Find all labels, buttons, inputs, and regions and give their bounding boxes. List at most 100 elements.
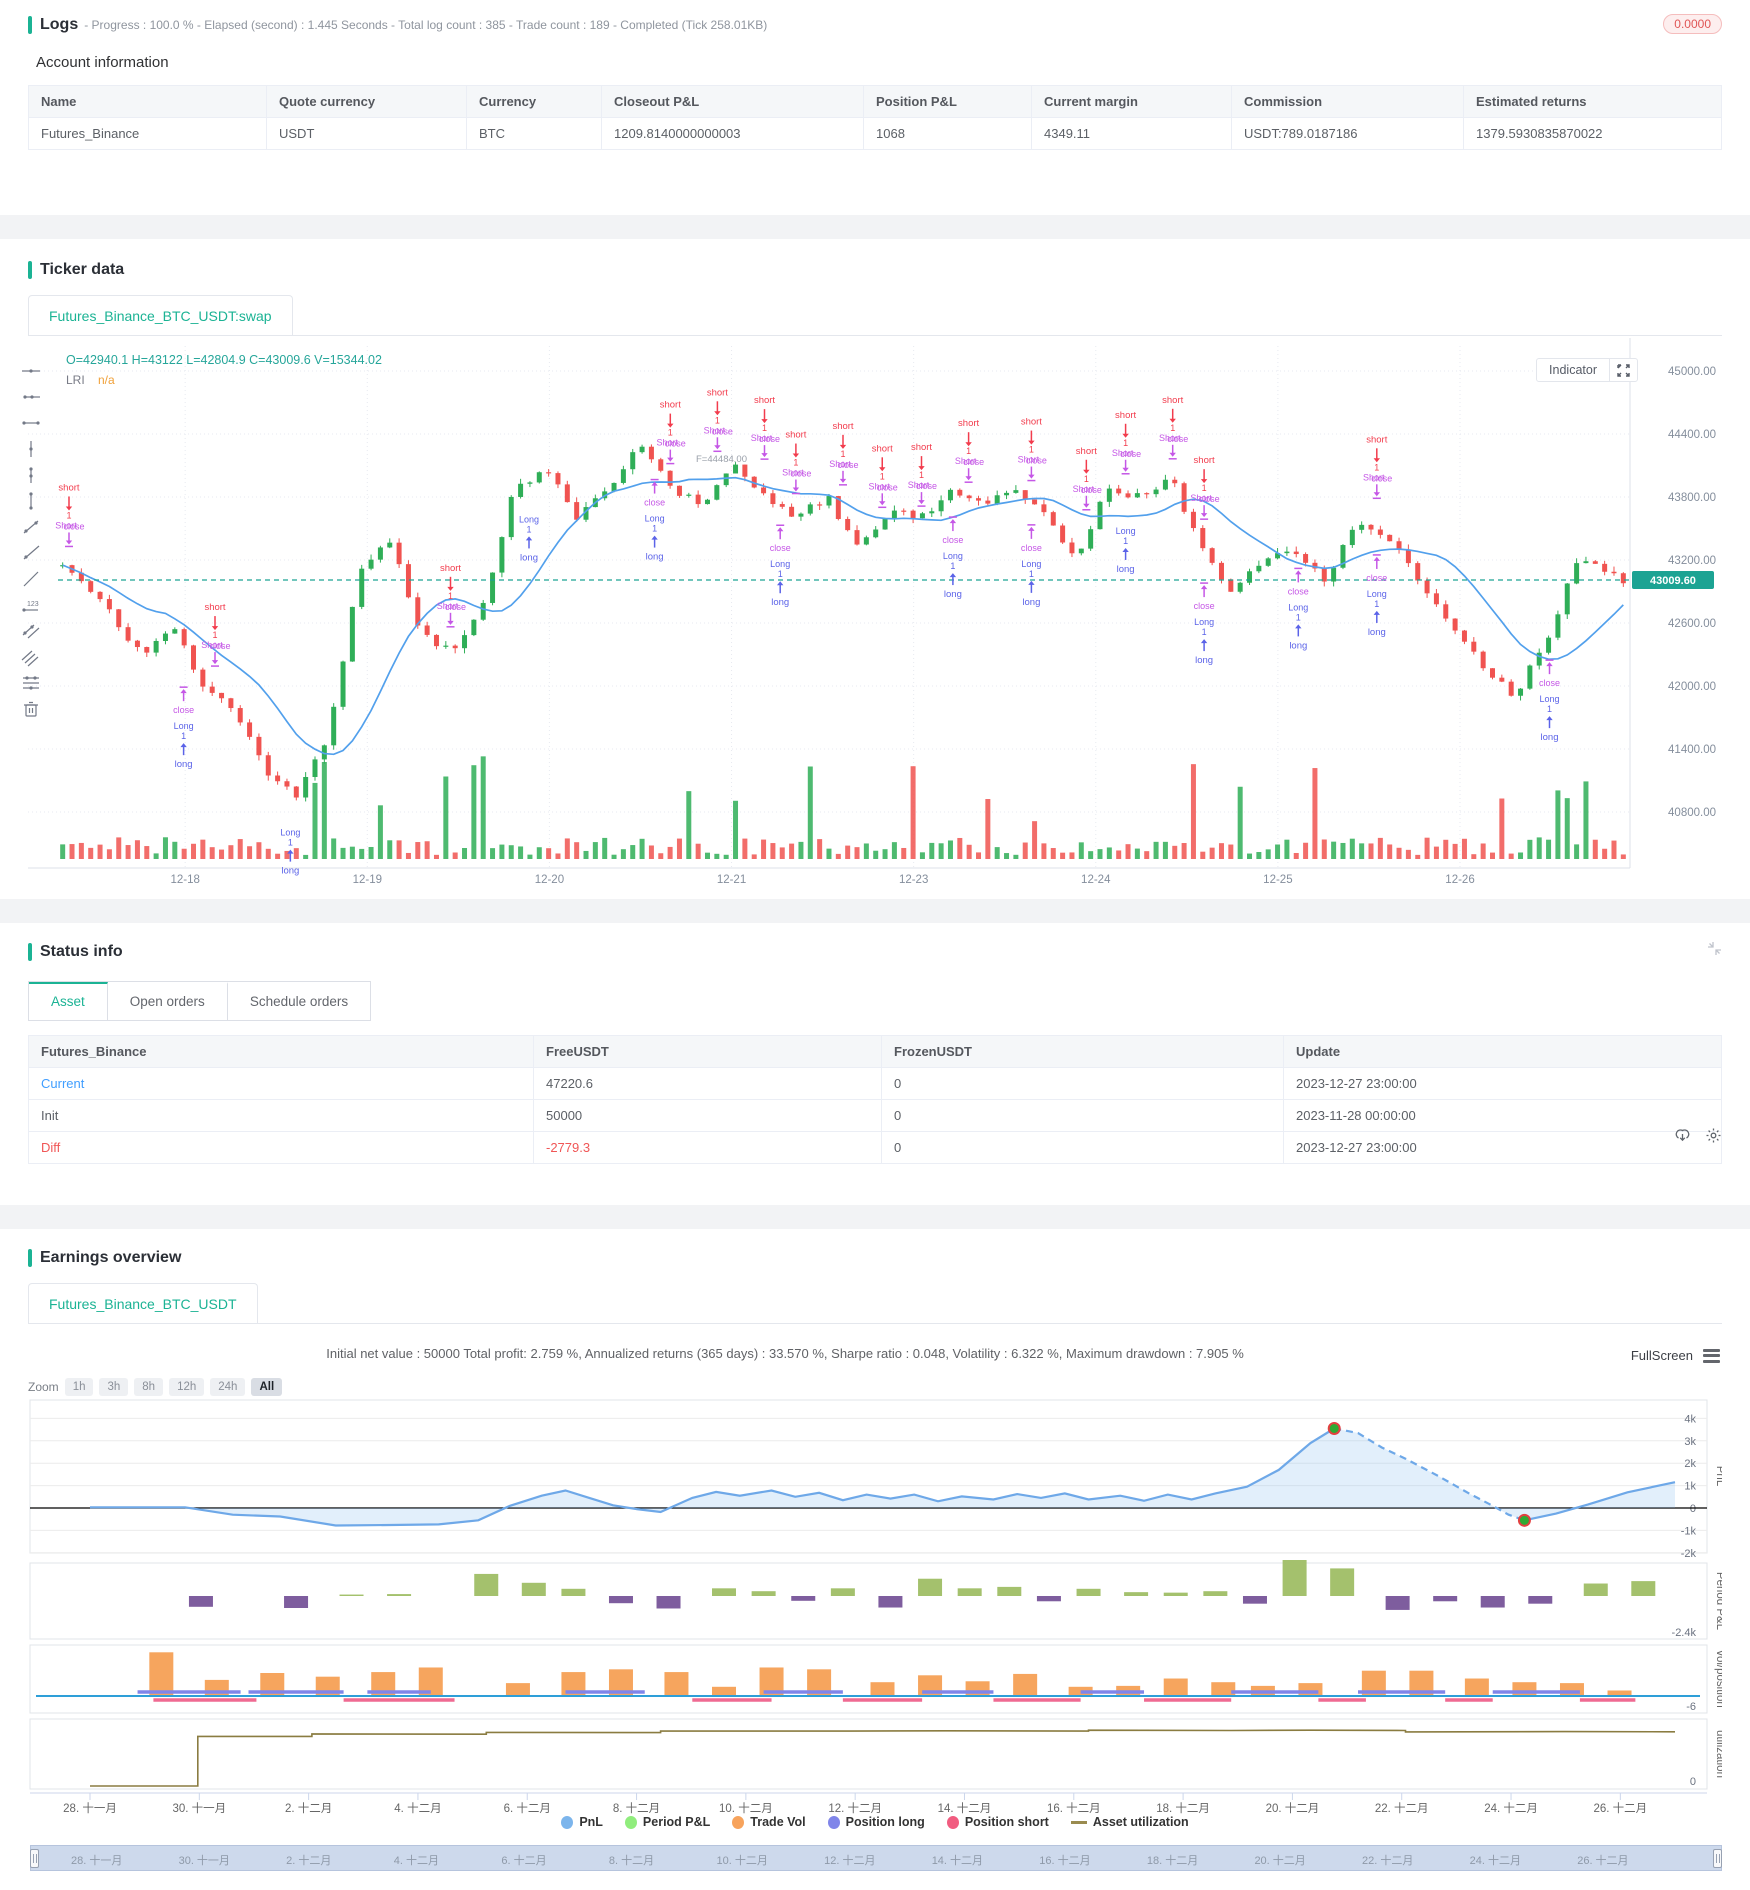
status-tab-asset[interactable]: Asset: [29, 982, 108, 1020]
earnings-symbol-tab[interactable]: Futures_Binance_BTC_USDT: [28, 1283, 258, 1323]
zoom-button-8h[interactable]: 8h: [134, 1378, 164, 1396]
zoom-button-all[interactable]: All: [251, 1378, 283, 1396]
legend-item-position-long[interactable]: Position long: [827, 1815, 925, 1829]
row-label[interactable]: Current: [28, 1067, 534, 1100]
table-row: Current 47220.6 0 2023-12-27 23:00:00: [28, 1067, 1722, 1100]
zoom-button-12h[interactable]: 12h: [169, 1378, 205, 1396]
svg-text:1: 1: [652, 524, 657, 534]
triple-lines-icon[interactable]: [16, 646, 46, 667]
account-cell: 1209.8140000000003: [601, 117, 864, 150]
legend-item-period-p-l[interactable]: Period P&L: [624, 1815, 710, 1829]
legend-item-trade-vol[interactable]: Trade Vol: [732, 1815, 806, 1829]
svg-text:1: 1: [840, 449, 845, 459]
svg-text:Long: Long: [1539, 694, 1559, 704]
navigator-left-handle[interactable]: [30, 1849, 39, 1868]
earnings-section: Earnings overview Futures_Binance_BTC_US…: [0, 1229, 1750, 1888]
section-divider: [0, 899, 1750, 923]
zoom-button-24h[interactable]: 24h: [210, 1378, 246, 1396]
fullscreen-button[interactable]: FullScreen: [1631, 1348, 1693, 1363]
svg-text:8. 十二月: 8. 十二月: [613, 1801, 660, 1815]
svg-text:1: 1: [1123, 536, 1128, 546]
status-tab-schedule-orders[interactable]: Schedule orders: [227, 982, 371, 1020]
svg-text:Long: Long: [174, 721, 194, 731]
navigator-label: 28. 十一月: [71, 1855, 123, 1867]
status-cell: 0: [881, 1131, 1284, 1164]
indicator-button[interactable]: Indicator: [1536, 358, 1638, 382]
legend-item-pnl[interactable]: PnL: [561, 1815, 603, 1829]
gear-icon[interactable]: [1705, 1127, 1722, 1149]
candlestick-svg[interactable]: 45000.00 44400.00 43800.00 43200.00 42600.00…: [28, 338, 1722, 886]
legend-marker: [624, 1815, 637, 1829]
navigator-right-handle[interactable]: [1713, 1849, 1722, 1868]
navigator-label: 24. 十二月: [1469, 1855, 1521, 1867]
legend-marker: [1070, 1820, 1087, 1824]
svg-text:41400.00: 41400.00: [1668, 744, 1716, 756]
measure-123-icon[interactable]: 123: [16, 594, 46, 615]
horizontal-ray-icon[interactable]: [16, 386, 46, 407]
arrow-line-icon[interactable]: [16, 568, 46, 589]
svg-text:short: short: [1162, 395, 1183, 406]
svg-text:long: long: [1117, 564, 1135, 575]
zoom-label: Zoom: [28, 1380, 59, 1394]
svg-text:Long: Long: [1367, 589, 1387, 599]
status-col-header: Update: [1283, 1035, 1722, 1068]
section-accent-bar: [28, 16, 32, 34]
table-row: Init 50000 0 2023-11-28 00:00:00: [28, 1099, 1722, 1132]
section-divider: [0, 1205, 1750, 1229]
zoom-button-3h[interactable]: 3h: [99, 1378, 129, 1396]
svg-text:1: 1: [1170, 423, 1175, 433]
svg-text:Long: Long: [1288, 602, 1308, 612]
svg-text:Long: Long: [519, 514, 539, 524]
svg-text:12-19: 12-19: [353, 874, 382, 886]
legend-marker: [827, 1815, 840, 1829]
svg-text:1k: 1k: [1684, 1481, 1696, 1493]
candlestick-chart[interactable]: 123 Indicator 45000.00 44400.00 43800.00 43…: [21, 338, 1722, 893]
indicator-button-label[interactable]: Indicator: [1537, 359, 1609, 381]
range-navigator[interactable]: 28. 十一月 30. 十一月 2. 十二月 4. 十二月 6. 十二月 8. 十二月 10…: [30, 1845, 1722, 1871]
svg-text:6. 十二月: 6. 十二月: [504, 1801, 551, 1815]
trash-icon[interactable]: [16, 698, 46, 719]
svg-text:43200.00: 43200.00: [1668, 555, 1716, 567]
legend-label: Position short: [964, 1815, 1049, 1829]
legend-item-position-short[interactable]: Position short: [946, 1815, 1049, 1829]
legend-marker: [732, 1815, 745, 1829]
collapse-icon[interactable]: [1707, 941, 1722, 961]
vertical-line-icon[interactable]: [16, 438, 46, 459]
vertical-segment-icon[interactable]: [16, 490, 46, 511]
legend-item-asset-utilization[interactable]: Asset utilization: [1070, 1815, 1189, 1829]
earnings-legend: PnL Period P&L Trade Vol Position long Posit…: [28, 1815, 1722, 1829]
svg-text:1: 1: [778, 569, 783, 579]
download-icon[interactable]: [1674, 1127, 1691, 1149]
status-section: Status info Asset Open orders Schedule ord…: [0, 923, 1750, 1205]
svg-text:close: close: [644, 498, 665, 508]
ray-line-icon[interactable]: [16, 542, 46, 563]
parallel-channel-icon[interactable]: [16, 620, 46, 641]
logs-progress-meta: - Progress : 100.0 % - Elapsed (second) …: [84, 18, 768, 32]
svg-text:long: long: [520, 552, 538, 563]
svg-text:1: 1: [950, 561, 955, 571]
svg-text:-2.4k: -2.4k: [1672, 1627, 1697, 1639]
fib-lines-icon[interactable]: [16, 672, 46, 693]
table-row: Futures_Binance USDT BTC 1209.8140000000003…: [28, 117, 1722, 150]
svg-text:close: close: [1288, 586, 1309, 596]
status-cell: 2023-11-28 00:00:00: [1283, 1099, 1722, 1132]
svg-text:40800.00: 40800.00: [1668, 807, 1716, 819]
horizontal-segment-icon[interactable]: [16, 412, 46, 433]
zoom-button-1h[interactable]: 1h: [64, 1378, 94, 1396]
expand-icon[interactable]: [1610, 359, 1637, 381]
svg-text:1: 1: [1202, 627, 1207, 637]
status-cell: 2023-12-27 23:00:00: [1283, 1131, 1722, 1164]
status-cell: 47220.6: [533, 1067, 882, 1100]
vertical-ray-icon[interactable]: [16, 464, 46, 485]
ticker-symbol-tab[interactable]: Futures_Binance_BTC_USDT:swap: [28, 295, 293, 335]
svg-text:1: 1: [1029, 569, 1034, 579]
crosshair-line-icon[interactable]: [16, 360, 46, 381]
earnings-chart-svg[interactable]: 4k 3k 2k 1k 0 -1k -2k PnL -2.4k Period P&L -6 vol/p…: [28, 1396, 1726, 1816]
status-tab-open-orders[interactable]: Open orders: [107, 982, 228, 1020]
trend-line-icon[interactable]: [16, 516, 46, 537]
svg-text:1: 1: [1202, 483, 1207, 493]
svg-text:12-21: 12-21: [717, 874, 746, 886]
chart-menu-icon[interactable]: [1703, 1346, 1720, 1365]
svg-text:3k: 3k: [1684, 1436, 1696, 1448]
table-row: Diff -2779.3 0 2023-12-27 23:00:00: [28, 1131, 1722, 1164]
